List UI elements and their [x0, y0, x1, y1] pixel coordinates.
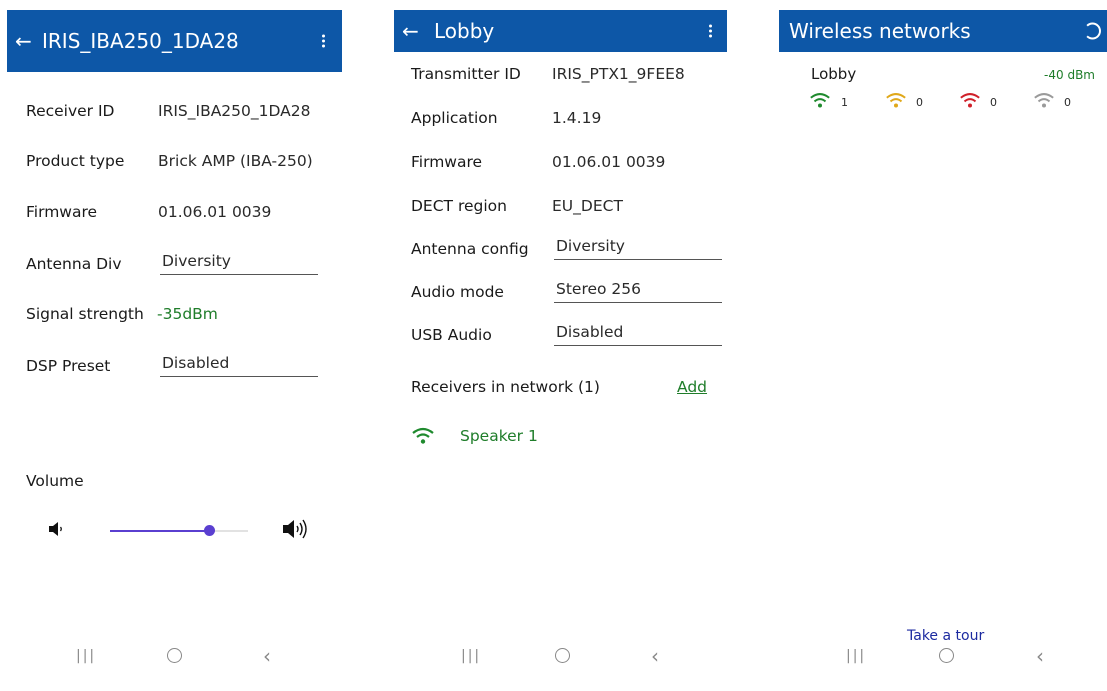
transmitter-id-label: Transmitter ID [411, 65, 521, 83]
speaker-item[interactable]: Speaker 1 [460, 427, 538, 445]
wireless-networks-screen: Wireless networks Lobby -40 dBm 1 0 0 0 … [779, 0, 1107, 691]
wifi-green-icon [810, 93, 830, 108]
volume-slider-fill [110, 530, 210, 532]
app-bar: ← IRIS_IBA250_1DA28 [7, 10, 342, 72]
dsp-preset-value: Disabled [162, 354, 230, 372]
grey-count: 0 [1064, 96, 1071, 109]
application-value: 1.4.19 [552, 109, 602, 127]
speaker-low-icon[interactable] [47, 520, 67, 538]
nav-recents-icon[interactable]: ||| [846, 648, 866, 664]
transmitter-screen: ← Lobby Transmitter ID IRIS_PTX1_9FEE8 A… [394, 0, 727, 691]
usb-audio-select[interactable]: Disabled [554, 321, 722, 346]
usb-audio-value: Disabled [556, 323, 624, 341]
yellow-count: 0 [916, 96, 923, 109]
receiver-id-label: Receiver ID [26, 102, 115, 120]
refresh-icon[interactable] [1084, 22, 1101, 40]
audio-mode-select[interactable]: Stereo 256 [554, 278, 722, 303]
antenna-config-label: Antenna config [411, 240, 529, 258]
product-type-value: Brick AMP (IBA-250) [158, 152, 313, 170]
nav-back-icon[interactable]: ‹ [651, 644, 659, 668]
dect-region-value: EU_DECT [552, 197, 623, 215]
add-receiver-link[interactable]: Add [677, 378, 707, 396]
back-arrow-icon[interactable]: ← [402, 21, 419, 41]
network-name: Lobby [811, 65, 857, 83]
nav-home-icon[interactable] [167, 648, 182, 663]
audio-mode-value: Stereo 256 [556, 280, 642, 298]
app-bar: ← Lobby [394, 10, 727, 52]
audio-mode-label: Audio mode [411, 283, 504, 301]
wifi-icon [412, 427, 434, 444]
antenna-config-select[interactable]: Diversity [554, 235, 722, 260]
dect-region-label: DECT region [411, 197, 507, 215]
firmware-label: Firmware [26, 203, 98, 221]
firmware-value: 01.06.01 0039 [552, 153, 666, 171]
page-title: Wireless networks [789, 19, 971, 43]
wifi-red-icon [960, 93, 980, 108]
app-bar: Wireless networks [779, 10, 1107, 52]
more-vert-icon[interactable] [709, 23, 713, 40]
dsp-preset-select[interactable]: Disabled [160, 352, 318, 377]
nav-back-icon[interactable]: ‹ [263, 644, 271, 668]
nav-back-icon[interactable]: ‹ [1036, 644, 1044, 668]
antenna-div-select[interactable]: Diversity [160, 250, 318, 275]
page-title: IRIS_IBA250_1DA28 [42, 29, 239, 53]
application-label: Application [411, 109, 498, 127]
firmware-label: Firmware [411, 153, 483, 171]
back-arrow-icon[interactable]: ← [15, 31, 32, 51]
antenna-div-value: Diversity [162, 252, 231, 270]
signal-strength-value: -35dBm [157, 305, 218, 323]
nav-recents-icon[interactable]: ||| [461, 648, 481, 664]
green-count: 1 [841, 96, 848, 109]
receiver-screen: ← IRIS_IBA250_1DA28 Receiver ID IRIS_IBA… [7, 0, 342, 691]
dsp-preset-label: DSP Preset [26, 357, 111, 375]
volume-slider[interactable] [110, 525, 248, 536]
signal-strength-label: Signal strength [26, 305, 144, 323]
speaker-high-icon[interactable] [281, 518, 315, 540]
antenna-config-value: Diversity [556, 237, 625, 255]
volume-label: Volume [26, 472, 84, 490]
nav-home-icon[interactable] [555, 648, 570, 663]
antenna-div-label: Antenna Div [26, 255, 122, 273]
more-vert-icon[interactable] [322, 33, 326, 50]
page-title: Lobby [434, 19, 495, 43]
wifi-grey-icon [1034, 93, 1054, 108]
nav-recents-icon[interactable]: ||| [76, 648, 96, 664]
receivers-in-network-label: Receivers in network (1) [411, 378, 600, 396]
firmware-value: 01.06.01 0039 [158, 203, 272, 221]
receiver-id-value: IRIS_IBA250_1DA28 [158, 102, 311, 120]
volume-slider-thumb[interactable] [204, 525, 216, 536]
system-nav-bar: ||| ‹ [394, 644, 727, 691]
transmitter-id-value: IRIS_PTX1_9FEE8 [552, 65, 685, 83]
red-count: 0 [990, 96, 997, 109]
nav-home-icon[interactable] [939, 648, 954, 663]
system-nav-bar: ||| ‹ [779, 644, 1107, 691]
usb-audio-label: USB Audio [411, 326, 492, 344]
network-signal: -40 dBm [1044, 68, 1095, 82]
system-nav-bar: ||| ‹ [7, 644, 342, 691]
wifi-yellow-icon [886, 93, 906, 108]
take-a-tour-link[interactable]: Take a tour [907, 628, 984, 644]
product-type-label: Product type [26, 152, 125, 170]
